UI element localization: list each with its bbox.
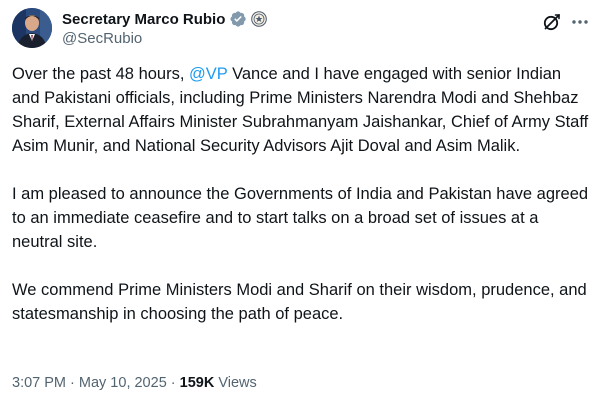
avatar[interactable]	[12, 8, 52, 48]
author-info: Secretary Marco Rubio @SecRubio	[62, 9, 268, 47]
tweet-text: Over the past 48 hours, @VP Vance and I …	[12, 62, 590, 350]
meta-separator: ·	[166, 375, 180, 391]
tweet-header: Secretary Marco Rubio @SecRubio	[12, 6, 588, 50]
meta-separator: ·	[66, 375, 79, 391]
views-label: Views	[214, 375, 257, 391]
tweet-time[interactable]: 3:07 PM	[12, 375, 66, 391]
verified-badge-icon	[229, 10, 247, 28]
profile-photo-icon	[12, 8, 52, 48]
tweet-paragraph: Over the past 48 hours, @VP Vance and I …	[12, 62, 590, 158]
views-count: 159K	[179, 375, 215, 391]
tweet-paragraph: We commend Prime Ministers Modi and Shar…	[12, 281, 587, 323]
author-display-name[interactable]: Secretary Marco Rubio	[62, 11, 225, 28]
mention-link[interactable]: @VP	[189, 65, 227, 83]
more-options-icon	[572, 20, 588, 24]
grok-icon	[543, 14, 560, 31]
grok-button[interactable]	[540, 10, 564, 34]
tweet-date[interactable]: May 10, 2025	[79, 375, 167, 391]
tweet-paragraph: I am pleased to announce the Governments…	[12, 185, 589, 251]
tweet-text-segment: Over the past 48 hours,	[12, 65, 190, 83]
government-seal-icon	[251, 11, 268, 27]
author-handle[interactable]: @SecRubio	[62, 30, 267, 47]
more-options-button[interactable]	[568, 10, 592, 34]
tweet-metadata: 3:07 PM · May 10, 2025 · 159K Views	[12, 375, 257, 391]
